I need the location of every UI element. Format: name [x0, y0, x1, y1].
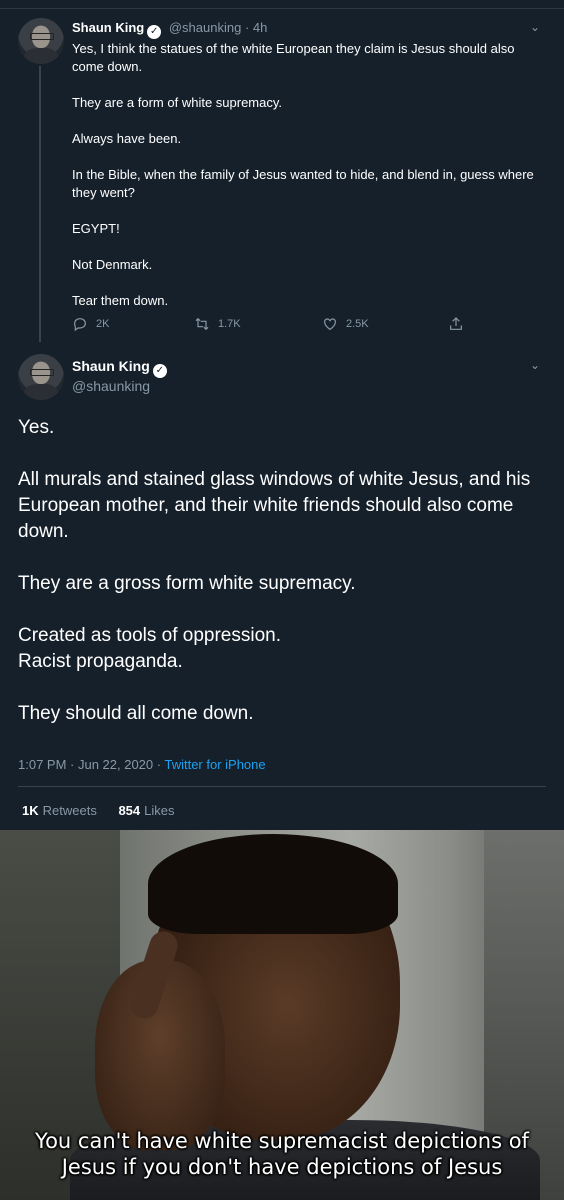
meme-caption: You can't have white supremacist depicti…: [0, 1128, 564, 1180]
chevron-down-icon[interactable]: ⌄: [530, 20, 542, 34]
retweet-icon: [195, 317, 209, 331]
tweet-line: In the Bible, when the family of Jesus w…: [72, 167, 534, 200]
tweet-line: Yes, I think the statues of the white Eu…: [72, 41, 515, 74]
author-handle[interactable]: @shaunking: [72, 378, 150, 394]
tweet-line: Created as tools of oppression.: [18, 625, 281, 646]
engagement-stats: 1K Retweets 854 Likes: [22, 803, 175, 818]
tweet2-text: Yes. All murals and stained glass window…: [18, 415, 538, 753]
tweet-line: Not Denmark.: [72, 257, 153, 272]
likes-count: 854: [118, 803, 141, 818]
tweet2-header: Shaun King ✓: [72, 358, 167, 378]
retweets-label: Retweets: [42, 803, 97, 818]
like-button[interactable]: 2.5K: [322, 316, 369, 332]
share-button[interactable]: [448, 316, 464, 332]
tweet-line: They are a form of white supremacy.: [72, 95, 283, 110]
tweet1-actions: 2K 1.7K 2.5K: [72, 316, 472, 336]
author-handle[interactable]: @shaunking: [169, 20, 241, 35]
author-name[interactable]: Shaun King: [72, 358, 150, 374]
reply-icon: [74, 318, 86, 332]
timestamp-text[interactable]: 1:07 PM · Jun 22, 2020 ·: [18, 757, 164, 772]
avatar[interactable]: [18, 354, 64, 400]
tweet-line: All murals and stained glass windows of …: [18, 469, 531, 542]
likes-label: Likes: [144, 803, 175, 818]
top-divider: [0, 8, 564, 9]
verified-badge-icon: ✓: [152, 364, 167, 378]
divider: [18, 786, 546, 787]
retweets-count: 1K: [22, 803, 39, 818]
thread-connector: [39, 66, 41, 342]
tweet1-header: Shaun King ✓ @shaunking · 4h: [72, 20, 267, 39]
caption-line: You can't have white supremacist depicti…: [35, 1129, 529, 1153]
tweet-time[interactable]: 4h: [253, 20, 267, 35]
tweet-line: They should all come down.: [18, 703, 254, 724]
tweet-line: EGYPT!: [72, 221, 120, 236]
tweet1-text: Yes, I think the statues of the white Eu…: [72, 40, 542, 328]
like-count: 2.5K: [346, 318, 369, 330]
tweet-line: Always have been.: [72, 131, 182, 146]
author-name[interactable]: Shaun King: [72, 20, 144, 35]
tweet-line: Tear them down.: [72, 293, 169, 308]
tweet-line: Yes.: [18, 417, 55, 438]
reply-count: 2K: [96, 318, 110, 330]
likes-stat[interactable]: 854 Likes: [118, 803, 174, 818]
tweet-timestamp: 1:07 PM · Jun 22, 2020 · Twitter for iPh…: [18, 757, 266, 772]
retweets-stat[interactable]: 1K Retweets: [22, 803, 97, 818]
share-icon: [450, 317, 462, 330]
tweet-line: Racist propaganda.: [18, 651, 183, 672]
avatar[interactable]: [18, 18, 64, 64]
verified-badge-icon: ✓: [147, 25, 162, 39]
separator-dot: ·: [244, 20, 253, 35]
tweet-line: They are a gross form white supremacy.: [18, 573, 356, 594]
retweet-button[interactable]: 1.7K: [194, 316, 241, 332]
tweet-thread: Shaun King ✓ @shaunking · 4h ⌄ Yes, I thi…: [0, 0, 564, 830]
like-icon: [324, 318, 336, 331]
reply-button[interactable]: 2K: [72, 316, 109, 332]
chevron-down-icon[interactable]: ⌄: [530, 358, 542, 372]
retweet-count: 1.7K: [218, 318, 241, 330]
source-link[interactable]: Twitter for iPhone: [164, 757, 265, 772]
caption-line: Jesus if you don't have depictions of Je…: [61, 1155, 503, 1179]
